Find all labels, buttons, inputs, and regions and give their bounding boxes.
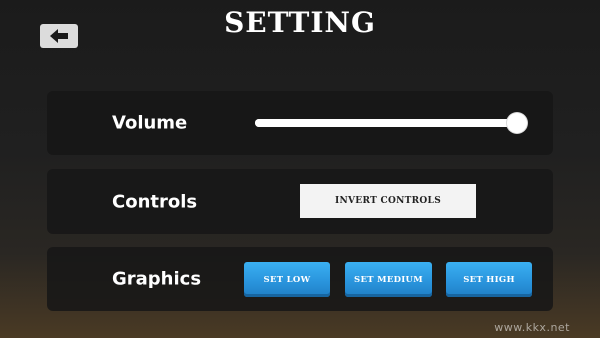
volume-label: Volume [112, 112, 188, 134]
volume-slider[interactable] [255, 113, 527, 133]
volume-slider-fill [255, 119, 517, 127]
set-high-button[interactable]: SET HIGH [446, 262, 532, 297]
controls-panel: Controls INVERT CONTROLS [47, 169, 553, 234]
controls-label: Controls [112, 191, 198, 212]
graphics-label: Graphics [112, 268, 202, 290]
volume-panel: Volume [47, 91, 553, 155]
graphics-panel: Graphics SET LOW SET MEDIUM SET HIGH [47, 247, 553, 311]
volume-slider-thumb[interactable] [507, 113, 527, 133]
watermark: www.kkx.net [494, 321, 570, 334]
set-medium-button[interactable]: SET MEDIUM [345, 262, 432, 297]
set-low-button[interactable]: SET LOW [244, 262, 330, 297]
page-title: SETTING [224, 6, 376, 39]
invert-controls-button[interactable]: INVERT CONTROLS [300, 184, 476, 218]
